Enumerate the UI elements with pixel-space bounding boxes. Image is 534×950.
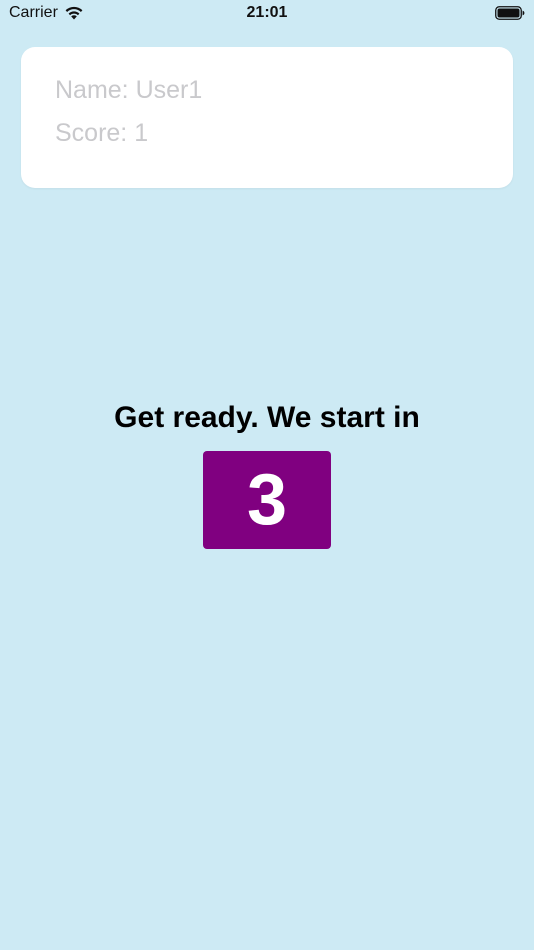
countdown-number: 3 <box>246 460 288 540</box>
player-name: Name: User1 <box>55 76 203 104</box>
player-info-card: Name: User1 Score: 1 <box>21 47 513 188</box>
status-time: 21:01 <box>246 4 288 21</box>
countdown-box: 3 <box>203 451 331 549</box>
player-score: Score: 1 <box>55 119 149 147</box>
countdown-title: Get ready. We start in <box>114 401 420 434</box>
battery-icon <box>495 6 525 20</box>
status-bar: Carrier 21:01 <box>0 0 534 28</box>
